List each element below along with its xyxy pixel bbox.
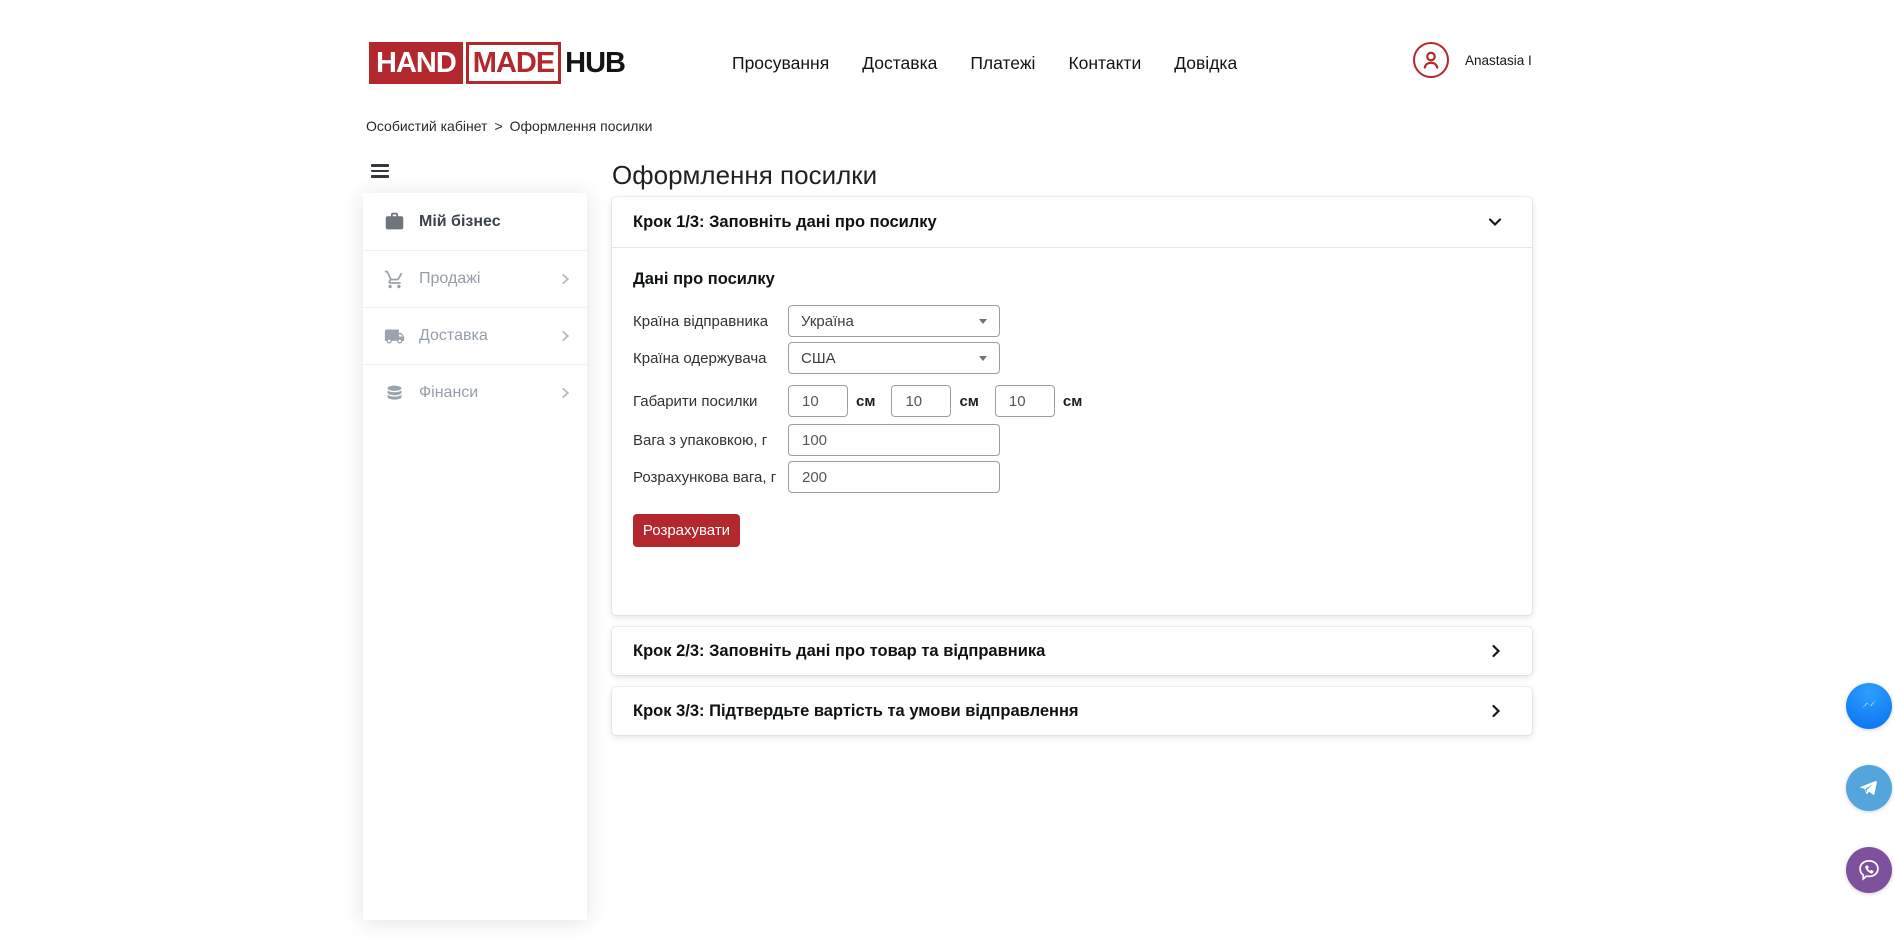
calculated-weight-input[interactable] [788,461,1000,493]
accordion-step-2-header[interactable]: Крок 2/3: Заповніть дані про товар та ві… [612,627,1532,675]
user-name: Anastasia I [1465,53,1532,68]
messenger-icon [1856,693,1882,719]
sender-country-label: Країна відправника [633,313,788,330]
accordion-step-1: Крок 1/3: Заповніть дані про посилку Дан… [612,197,1532,615]
page: HAND MADE HUB Просування Доставка Платеж… [0,0,1894,938]
nav-link-payments[interactable]: Платежі [970,53,1035,74]
sidebar-item-label: Доставка [419,327,488,345]
sender-country-value: Україна [801,313,854,330]
recipient-country-label: Країна одержувача [633,350,788,367]
top-nav: Просування Доставка Платежі Контакти Дов… [732,53,1237,74]
messenger-button[interactable] [1846,683,1892,729]
chevron-right-icon [560,387,571,399]
sidebar-item-delivery[interactable]: Доставка [363,307,587,364]
accordion-step-3-header[interactable]: Крок 3/3: Підтвердьте вартість та умови … [612,687,1532,735]
chevron-right-icon [560,330,571,342]
sidebar-item-my-business[interactable]: Мій бізнес [363,193,587,250]
nav-link-delivery[interactable]: Доставка [862,53,937,74]
recipient-country-value: США [801,350,836,367]
user-box[interactable]: Anastasia I [1413,42,1532,78]
packed-weight-input[interactable] [788,424,1000,456]
briefcase-icon [384,211,406,233]
sidebar: Мій бізнес Продажі Доставка Фінанси [363,193,587,920]
coins-icon [384,382,406,404]
sender-country-select[interactable]: Україна [788,305,1000,337]
dropdown-caret-icon [979,356,987,361]
logo-hand: HAND [369,42,463,84]
breadcrumb-home[interactable]: Особистий кабінет [366,118,487,134]
accordion-step-2-label: Крок 2/3: Заповніть дані про товар та ві… [633,642,1045,661]
dimension-input-height[interactable] [995,385,1055,417]
page-title: Оформлення посилки [612,160,877,191]
chevron-right-icon [1490,704,1502,718]
breadcrumb: Особистий кабінет > Оформлення посилки [366,118,652,134]
dimension-input-width[interactable] [891,385,951,417]
nav-link-contacts[interactable]: Контакти [1068,53,1141,74]
chevron-right-icon [560,273,571,285]
chevron-down-icon [1488,216,1502,228]
sidebar-item-label: Фінанси [419,384,478,402]
telegram-icon [1856,775,1882,801]
nav-link-promotion[interactable]: Просування [732,53,829,74]
dropdown-caret-icon [979,319,987,324]
logo[interactable]: HAND MADE HUB [369,42,625,84]
truck-icon [384,325,406,347]
dimensions-label: Габарити посилки [633,393,788,410]
sidebar-item-label: Продажі [419,270,480,288]
cart-icon [384,268,406,290]
dimension-unit: см [1063,393,1082,410]
viber-icon [1856,857,1882,883]
accordion-step-3-label: Крок 3/3: Підтвердьте вартість та умови … [633,702,1079,721]
logo-made: MADE [466,42,561,84]
breadcrumb-separator: > [494,118,502,134]
dimension-input-length[interactable] [788,385,848,417]
hamburger-icon[interactable] [371,164,389,178]
form-heading: Дані про посилку [633,270,1511,289]
recipient-country-select[interactable]: США [788,342,1000,374]
accordion-step-1-header[interactable]: Крок 1/3: Заповніть дані про посилку [612,197,1532,248]
dimension-unit: см [959,393,978,410]
logo-hub: HUB [565,42,625,84]
person-icon [1420,49,1442,71]
nav-link-help[interactable]: Довідка [1174,53,1237,74]
telegram-button[interactable] [1846,765,1892,811]
packed-weight-label: Вага з упаковкою, г [633,432,788,449]
calculated-weight-label: Розрахункова вага, г [633,469,788,486]
dimension-unit: см [856,393,875,410]
accordion-step-1-label: Крок 1/3: Заповніть дані про посилку [633,213,937,232]
parcel-form: Дані про посилку Країна відправника Укра… [612,248,1532,547]
calculate-button[interactable]: Розрахувати [633,514,740,547]
sidebar-item-finance[interactable]: Фінанси [363,364,587,421]
social-buttons [1846,683,1892,893]
sidebar-item-label: Мій бізнес [419,213,501,231]
breadcrumb-current: Оформлення посилки [510,118,653,134]
viber-button[interactable] [1846,847,1892,893]
sidebar-item-sales[interactable]: Продажі [363,250,587,307]
chevron-right-icon [1490,644,1502,658]
user-avatar[interactable] [1413,42,1449,78]
